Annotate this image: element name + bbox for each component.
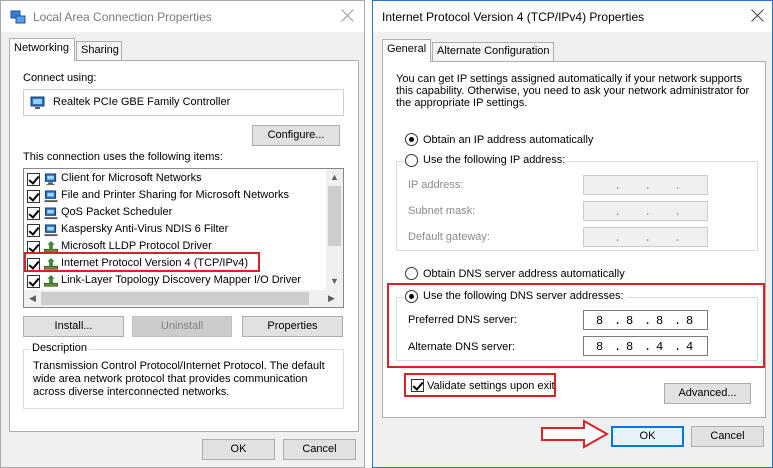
network-client-icon bbox=[44, 173, 57, 186]
scroll-right-icon[interactable]: ▶ bbox=[328, 294, 335, 303]
install-button[interactable]: Install... bbox=[23, 316, 124, 337]
left-title-bar[interactable]: Local Area Connection Properties bbox=[1, 1, 364, 32]
item-label: QoS Packet Scheduler bbox=[61, 206, 173, 218]
network-service-icon bbox=[44, 224, 58, 237]
item-label: File and Printer Sharing for Microsoft N… bbox=[61, 189, 290, 201]
network-adapter-icon bbox=[30, 96, 45, 109]
use-following-ip-radio[interactable] bbox=[405, 154, 418, 167]
obtain-ip-auto-label[interactable]: Obtain an IP address automatically bbox=[423, 134, 593, 146]
item-label: Client for Microsoft Networks bbox=[61, 172, 202, 184]
right-cancel-button[interactable]: Cancel bbox=[691, 426, 764, 447]
close-icon[interactable] bbox=[751, 8, 765, 22]
network-connection-icon bbox=[10, 10, 26, 24]
close-icon[interactable] bbox=[341, 8, 355, 22]
subnet-mask-label: Subnet mask: bbox=[408, 205, 476, 217]
ip-address-field: ... bbox=[583, 175, 708, 195]
item-checkbox[interactable] bbox=[27, 173, 40, 186]
tab-networking[interactable]: Networking bbox=[9, 38, 75, 61]
item-label: Microsoft LLDP Protocol Driver bbox=[61, 240, 212, 252]
description-text: Transmission Control Protocol/Internet P… bbox=[33, 360, 325, 398]
right-dialog-title: Internet Protocol Version 4 (TCP/IPv4) P… bbox=[382, 10, 645, 24]
vertical-scrollbar[interactable]: ▲ ▼ bbox=[326, 169, 343, 290]
list-item[interactable]: File and Printer Sharing for Microsoft N… bbox=[26, 188, 322, 205]
use-following-ip-label[interactable]: Use the following IP address: bbox=[421, 154, 568, 166]
tab-sharing[interactable]: Sharing bbox=[76, 41, 122, 60]
list-item[interactable]: QoS Packet Scheduler bbox=[26, 205, 322, 222]
scroll-thumb[interactable] bbox=[328, 186, 341, 246]
ipv4-item-highlight bbox=[24, 252, 260, 272]
scroll-down-icon[interactable]: ▼ bbox=[330, 277, 339, 286]
network-service-icon bbox=[44, 207, 58, 220]
uninstall-button[interactable]: Uninstall bbox=[132, 316, 232, 337]
item-checkbox[interactable] bbox=[27, 207, 40, 220]
advanced-button[interactable]: Advanced... bbox=[664, 383, 751, 404]
list-item[interactable]: Kaspersky Anti-Virus NDIS 6 Filter bbox=[26, 222, 322, 239]
obtain-ip-auto-radio[interactable] bbox=[405, 133, 418, 146]
default-gateway-field: ... bbox=[583, 227, 708, 247]
intro-text: You can get IP settings assigned automat… bbox=[396, 73, 750, 109]
obtain-dns-auto-label[interactable]: Obtain DNS server address automatically bbox=[423, 268, 625, 280]
default-gateway-label: Default gateway: bbox=[408, 231, 490, 243]
scroll-left-icon[interactable]: ◀ bbox=[29, 294, 36, 303]
ip-address-label: IP address: bbox=[408, 179, 464, 191]
horizontal-scrollbar[interactable]: ◀ ▶ bbox=[24, 290, 343, 307]
tab-alternate-configuration[interactable]: Alternate Configuration bbox=[432, 42, 554, 61]
connection-items-list[interactable]: Client for Microsoft Networks File and Pr… bbox=[23, 168, 344, 308]
configure-button[interactable]: Configure... bbox=[252, 125, 340, 146]
item-label: Link-Layer Topology Discovery Mapper I/O… bbox=[61, 274, 302, 286]
adapter-name: Realtek PCIe GBE Family Controller bbox=[53, 96, 231, 108]
item-checkbox[interactable] bbox=[27, 224, 40, 237]
scroll-thumb[interactable] bbox=[41, 292, 309, 305]
item-checkbox[interactable] bbox=[27, 190, 40, 203]
dns-settings-highlight bbox=[387, 283, 765, 368]
network-protocol-icon bbox=[44, 275, 58, 287]
items-label: This connection uses the following items… bbox=[23, 151, 223, 163]
item-checkbox[interactable] bbox=[27, 275, 40, 288]
network-service-icon bbox=[44, 190, 58, 203]
right-title-bar[interactable]: Internet Protocol Version 4 (TCP/IPv4) P… bbox=[373, 1, 772, 32]
tab-general[interactable]: General bbox=[382, 39, 431, 62]
scroll-up-icon[interactable]: ▲ bbox=[330, 173, 339, 182]
properties-button[interactable]: Properties bbox=[242, 316, 343, 337]
ipv4-properties-dialog: Internet Protocol Version 4 (TCP/IPv4) P… bbox=[372, 0, 773, 468]
left-ok-button[interactable]: OK bbox=[202, 439, 275, 460]
local-area-connection-properties-dialog: Local Area Connection Properties Network… bbox=[0, 0, 365, 468]
pointer-arrow-icon bbox=[541, 419, 610, 449]
connect-using-label: Connect using: bbox=[23, 72, 97, 84]
description-title: Description bbox=[30, 342, 90, 354]
obtain-dns-auto-radio[interactable] bbox=[405, 267, 418, 280]
validate-settings-highlight bbox=[404, 373, 556, 397]
adapter-box: Realtek PCIe GBE Family Controller bbox=[23, 89, 344, 116]
right-ok-button[interactable]: OK bbox=[611, 426, 684, 447]
list-item[interactable]: Client for Microsoft Networks bbox=[26, 171, 322, 188]
left-dialog-title: Local Area Connection Properties bbox=[33, 10, 212, 24]
subnet-mask-field: ... bbox=[583, 201, 708, 221]
left-cancel-button[interactable]: Cancel bbox=[283, 439, 356, 460]
list-item[interactable]: Link-Layer Topology Discovery Mapper I/O… bbox=[26, 273, 322, 290]
item-label: Kaspersky Anti-Virus NDIS 6 Filter bbox=[61, 223, 229, 235]
